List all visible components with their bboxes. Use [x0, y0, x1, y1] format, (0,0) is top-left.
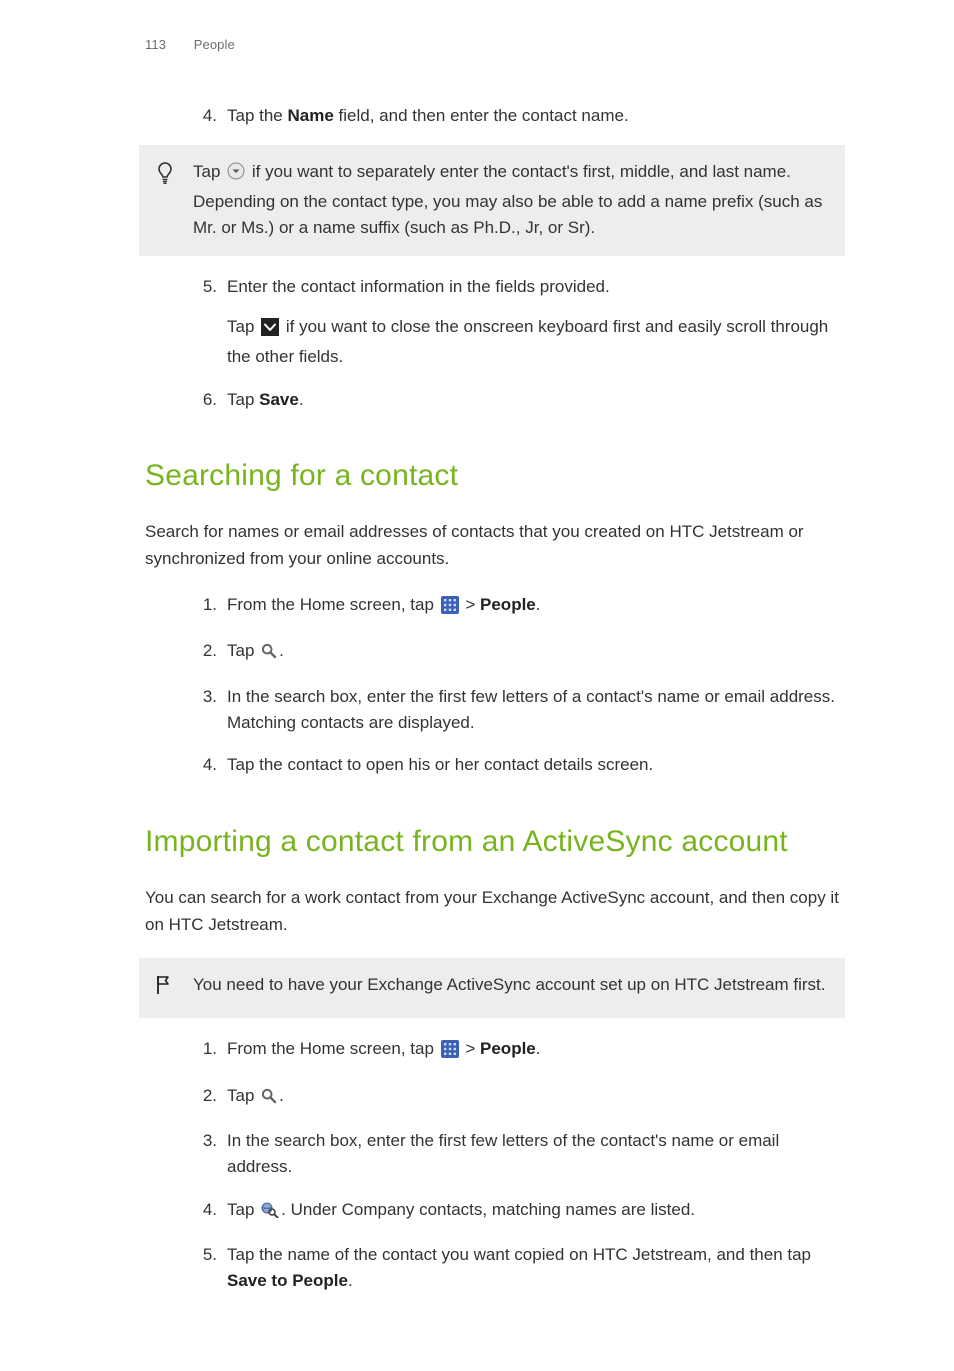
- list-item: 4. Tap . Under Company contacts, matchin…: [145, 1197, 839, 1226]
- list-item: 4. Tap the Name field, and then enter th…: [145, 103, 839, 129]
- dropdown-arrow-icon: [227, 162, 245, 188]
- tip-text: Tap if you want to separately enter the …: [193, 159, 829, 241]
- section-heading-searching: Searching for a contact: [145, 453, 839, 500]
- note-callout: You need to have your Exchange ActiveSyn…: [139, 958, 845, 1018]
- step-body: Tap the Name field, and then enter the c…: [227, 103, 839, 129]
- ui-label-name: Name: [288, 106, 334, 125]
- step-body: From the Home screen, tap > People.: [227, 1036, 839, 1066]
- step-number: 4.: [199, 752, 227, 778]
- step-body: Tap the name of the contact you want cop…: [227, 1242, 839, 1295]
- chevron-down-icon: [261, 318, 279, 344]
- list-item: 1. From the Home screen, tap > People.: [145, 1036, 839, 1066]
- step-number: 6.: [199, 387, 227, 413]
- step-body: Tap .: [227, 1083, 839, 1112]
- list-item: 3. In the search box, enter the first fe…: [145, 684, 839, 737]
- apps-grid-icon: [441, 1040, 459, 1066]
- ui-label-save: Save: [259, 390, 299, 409]
- step-body: Tap .: [227, 638, 839, 667]
- step-number: 1.: [199, 1036, 227, 1066]
- ui-label-people: People: [480, 595, 536, 614]
- section-heading-importing: Importing a contact from an ActiveSync a…: [145, 819, 839, 866]
- step-number: 2.: [199, 1083, 227, 1112]
- list-item: 2. Tap .: [145, 1083, 839, 1112]
- step-body: In the search box, enter the first few l…: [227, 684, 839, 737]
- step-body: Tap . Under Company contacts, matching n…: [227, 1197, 839, 1226]
- lightbulb-icon: [155, 161, 175, 185]
- page-header: 113 People: [145, 35, 839, 55]
- list-item: 6. Tap Save.: [145, 387, 839, 413]
- step-body: In the search box, enter the first few l…: [227, 1128, 839, 1181]
- step-number: 2.: [199, 638, 227, 667]
- step-body: Tap Save.: [227, 387, 839, 413]
- list-item: 3. In the search box, enter the first fe…: [145, 1128, 839, 1181]
- flag-icon: [155, 974, 173, 996]
- step-number: 3.: [199, 684, 227, 737]
- step-number: 5.: [199, 1242, 227, 1295]
- step-number: 4.: [199, 103, 227, 129]
- list-item: 4. Tap the contact to open his or her co…: [145, 752, 839, 778]
- search-icon: [261, 641, 277, 667]
- list-item: 5. Tap the name of the contact you want …: [145, 1242, 839, 1295]
- list-item: 5. Enter the contact information in the …: [145, 274, 839, 371]
- chapter-name: People: [194, 37, 235, 52]
- step-body: Tap the contact to open his or her conta…: [227, 752, 839, 778]
- list-item: 1. From the Home screen, tap > People.: [145, 592, 839, 622]
- step-body: Enter the contact information in the fie…: [227, 274, 839, 371]
- section-intro: Search for names or email addresses of c…: [145, 519, 839, 572]
- globe-search-icon: [261, 1200, 279, 1226]
- ui-label-save-to-people: Save to People: [227, 1271, 348, 1290]
- step-body: From the Home screen, tap > People.: [227, 592, 839, 622]
- page-number: 113: [145, 37, 166, 52]
- step-number: 4.: [199, 1197, 227, 1226]
- step-number: 5.: [199, 274, 227, 371]
- tip-callout: Tap if you want to separately enter the …: [139, 145, 845, 255]
- note-text: You need to have your Exchange ActiveSyn…: [193, 972, 829, 1004]
- document-page: 113 People 4. Tap the Name field, and th…: [0, 0, 954, 1371]
- step-number: 3.: [199, 1128, 227, 1181]
- search-icon: [261, 1086, 277, 1112]
- section-intro: You can search for a work contact from y…: [145, 885, 839, 938]
- apps-grid-icon: [441, 596, 459, 622]
- step-number: 1.: [199, 592, 227, 622]
- list-item: 2. Tap .: [145, 638, 839, 667]
- ui-label-people: People: [480, 1039, 536, 1058]
